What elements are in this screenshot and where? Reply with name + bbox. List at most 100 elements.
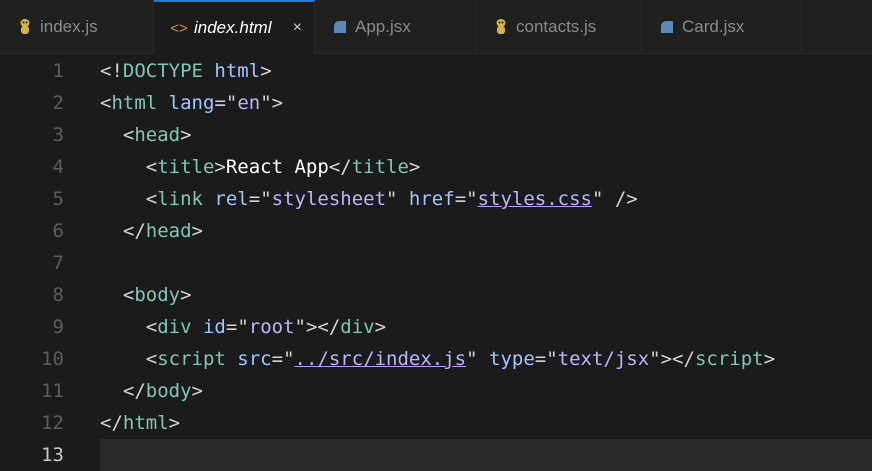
code-token: < bbox=[100, 124, 135, 146]
code-token: =" bbox=[248, 188, 272, 210]
code-token: id bbox=[202, 316, 226, 338]
line-code: </head> bbox=[100, 215, 872, 247]
line-number: 3 bbox=[52, 124, 64, 146]
tab-app-jsx[interactable]: App.jsx bbox=[315, 0, 476, 54]
code-line[interactable]: 3 <head> bbox=[0, 119, 872, 151]
code-token: body bbox=[134, 284, 181, 306]
code-token: </ bbox=[100, 380, 146, 402]
code-token: </ bbox=[100, 412, 123, 434]
code-token: html bbox=[111, 92, 158, 114]
line-code: </html> bbox=[100, 407, 872, 439]
line-code: <head> bbox=[100, 119, 872, 151]
code-line[interactable]: 4 <title>React App</title> bbox=[0, 151, 872, 183]
code-line[interactable]: 9 <div id="root"></div> bbox=[0, 311, 872, 343]
code-token: < bbox=[100, 348, 158, 370]
code-token: script bbox=[694, 348, 764, 370]
code-token: </ bbox=[328, 156, 352, 178]
code-token: > bbox=[260, 60, 272, 82]
code-token: < bbox=[100, 316, 158, 338]
line-number: 13 bbox=[41, 444, 64, 466]
code-line[interactable]: 8 <body> bbox=[0, 279, 872, 311]
code-line[interactable]: 7 bbox=[0, 247, 872, 279]
line-number: 12 bbox=[41, 412, 64, 434]
jsx-file-icon bbox=[331, 19, 349, 35]
code-token: "> bbox=[260, 92, 284, 114]
code-token: > bbox=[180, 124, 192, 146]
code-token: text/jsx bbox=[557, 348, 650, 370]
code-token: > bbox=[191, 220, 203, 242]
line-code: <title>React App</title> bbox=[100, 151, 872, 183]
code-line[interactable]: 6 </head> bbox=[0, 215, 872, 247]
code-token: > bbox=[214, 156, 226, 178]
code-line[interactable]: 10 <script src="../src/index.js" type="t… bbox=[0, 343, 872, 375]
code-token: <! bbox=[100, 60, 123, 82]
code-token: rel bbox=[214, 188, 249, 210]
code-token: body bbox=[145, 380, 192, 402]
code-token: =" bbox=[534, 348, 558, 370]
code-token: < bbox=[100, 284, 135, 306]
code-token: "></ bbox=[294, 316, 341, 338]
code-token: title bbox=[351, 156, 409, 178]
code-line[interactable]: 13 bbox=[0, 439, 872, 471]
line-number: 7 bbox=[52, 252, 64, 274]
code-line[interactable]: 5 <link rel="stylesheet" href="styles.cs… bbox=[0, 183, 872, 215]
code-token: =" bbox=[225, 316, 249, 338]
line-number: 6 bbox=[52, 220, 64, 242]
js-file-icon bbox=[16, 18, 34, 36]
code-token: root bbox=[248, 316, 295, 338]
code-token: styles.css bbox=[477, 188, 592, 210]
code-token: > bbox=[374, 316, 387, 338]
line-number: 5 bbox=[52, 188, 64, 210]
tab-label: App.jsx bbox=[355, 17, 411, 36]
line-number: 10 bbox=[41, 348, 64, 370]
code-token: < bbox=[100, 156, 158, 178]
line-code: <script src="../src/index.js" type="text… bbox=[100, 343, 872, 375]
code-token: ../src/index.js bbox=[294, 348, 467, 370]
code-token: "></ bbox=[649, 348, 695, 370]
code-token: stylesheet bbox=[271, 188, 387, 210]
code-line[interactable]: 11 </body> bbox=[0, 375, 872, 407]
code-token: =" bbox=[454, 188, 478, 210]
code-token: div bbox=[340, 316, 375, 338]
js-file-icon bbox=[492, 18, 510, 36]
editor-tab-bar: index.js <> index.html × App.jsx contact… bbox=[0, 0, 872, 54]
code-token: head bbox=[134, 124, 181, 146]
code-token: type bbox=[489, 348, 535, 370]
code-token: > bbox=[408, 156, 421, 178]
close-tab-icon[interactable]: × bbox=[293, 19, 302, 37]
code-token: DOCTYPE bbox=[122, 60, 203, 82]
line-number: 2 bbox=[52, 92, 64, 114]
code-token: React App bbox=[225, 156, 329, 178]
line-code: <html lang="en"> bbox=[100, 87, 872, 119]
code-token: =" bbox=[271, 348, 295, 370]
code-token: en bbox=[237, 92, 261, 114]
tab-index-html[interactable]: <> index.html × bbox=[154, 0, 315, 54]
code-line[interactable]: 12 </html> bbox=[0, 407, 872, 439]
line-number: 1 bbox=[52, 60, 64, 82]
code-token: head bbox=[145, 220, 192, 242]
code-token: < bbox=[100, 92, 112, 114]
code-token: lang bbox=[168, 92, 215, 114]
code-token: html bbox=[214, 60, 261, 82]
line-code: </body> bbox=[100, 375, 872, 407]
tab-card-jsx[interactable]: Card.jsx bbox=[642, 0, 802, 54]
line-code: <!DOCTYPE html> bbox=[100, 55, 872, 87]
code-editor[interactable]: 1 <!DOCTYPE html> 2 <html lang="en"> 3 <head… bbox=[0, 55, 872, 471]
tab-index-js[interactable]: index.js bbox=[0, 0, 154, 54]
line-code: <link rel="stylesheet" href="styles.css"… bbox=[100, 183, 872, 215]
code-token: " /> bbox=[591, 188, 638, 210]
code-line[interactable]: 2 <html lang="en"> bbox=[0, 87, 872, 119]
tab-contacts-js[interactable]: contacts.js bbox=[476, 0, 642, 54]
line-number: 9 bbox=[52, 316, 64, 338]
code-token: href bbox=[408, 188, 455, 210]
tab-label: index.js bbox=[40, 17, 98, 36]
code-line[interactable]: 1 <!DOCTYPE html> bbox=[0, 55, 872, 87]
code-token: div bbox=[157, 316, 192, 338]
code-token: </ bbox=[100, 220, 146, 242]
code-token: > bbox=[168, 412, 181, 434]
